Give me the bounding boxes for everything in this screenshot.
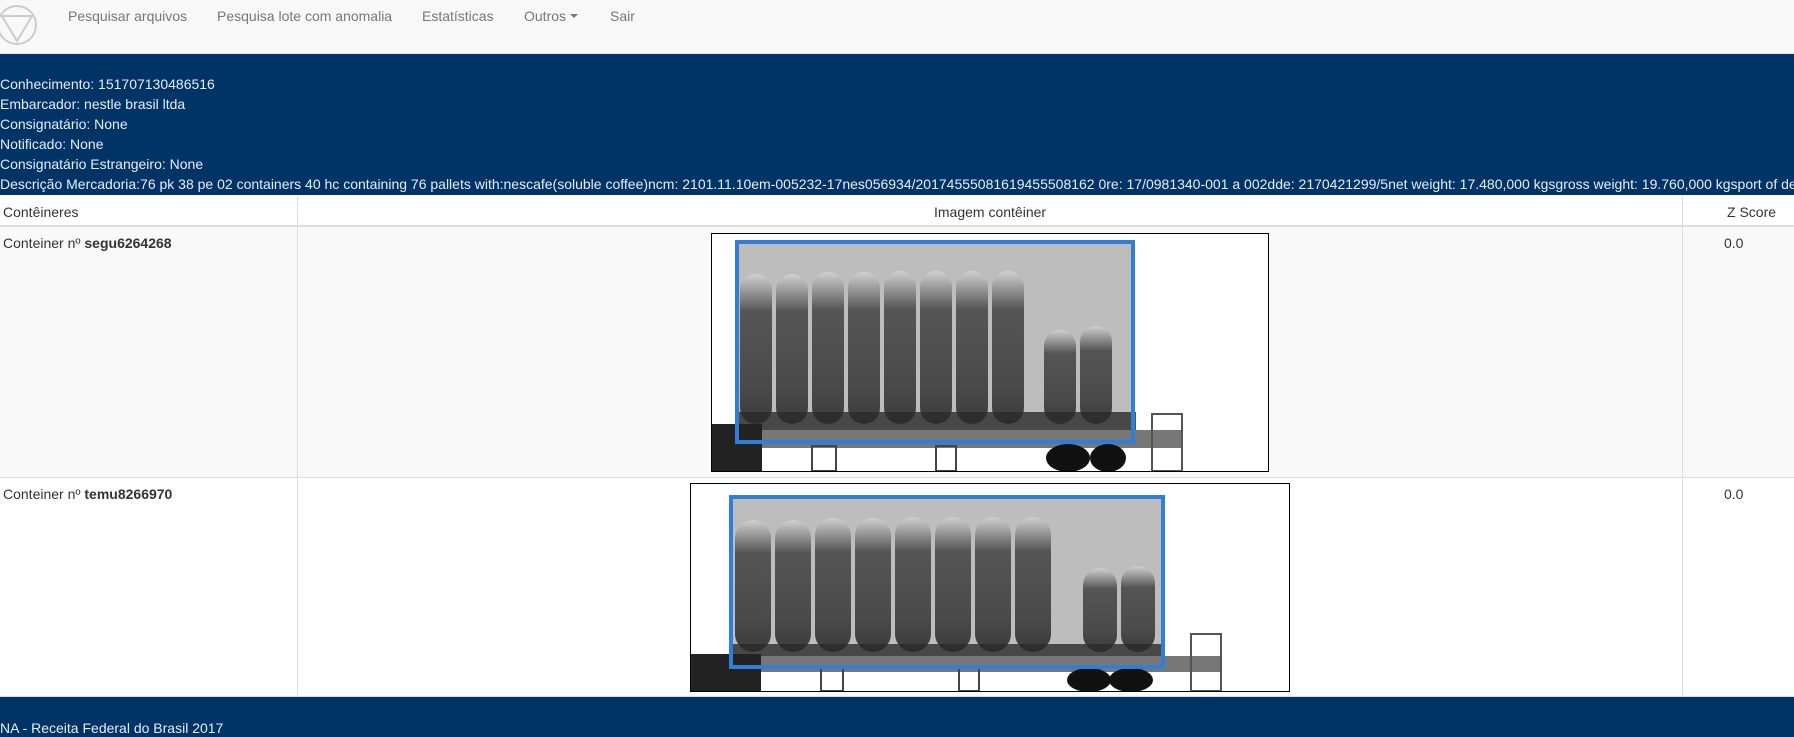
nav-estatisticas[interactable]: Estatísticas [422, 8, 494, 24]
container-xray-image[interactable] [690, 483, 1290, 692]
container-label: Conteiner nº segu6264268 [3, 235, 172, 251]
container-prefix: Conteiner nº [3, 486, 85, 502]
column-divider [297, 196, 298, 697]
nav-pesquisar-arquivos[interactable]: Pesquisar arquivos [68, 8, 187, 24]
zscore-value: 0.0 [1724, 486, 1744, 502]
nav-outros-dropdown[interactable]: Outros [524, 8, 579, 24]
xray-scan-graphic [712, 240, 1183, 471]
shipment-info-panel: Conhecimento: 151707130486516 Embarcador… [0, 54, 1794, 195]
nav-pesquisa-lote-anomalia[interactable]: Pesquisa lote com anomalia [217, 8, 392, 24]
triangle-circle-logo-icon[interactable] [0, 4, 38, 46]
container-id[interactable]: temu8266970 [84, 486, 172, 502]
table-row: Conteiner nº temu8266970 0.0 [0, 478, 1794, 697]
embarcador-text: Embarcador: nestle brasil ltda [0, 96, 186, 112]
footer-text: NA - Receita Federal do Brasil 2017 [0, 720, 224, 736]
nav-sair[interactable]: Sair [610, 8, 635, 24]
notificado-text: Notificado: None [0, 136, 104, 152]
consignatario-text: Consignatário: None [0, 116, 128, 132]
header-conteineres: Contêineres [3, 204, 79, 220]
container-prefix: Conteiner nº [3, 235, 85, 251]
container-xray-image[interactable] [711, 233, 1269, 472]
column-divider [1682, 196, 1683, 697]
table-header: Contêineres Imagem contêiner Z Score [0, 196, 1794, 227]
caret-down-icon [570, 14, 579, 19]
consignatario-estrangeiro-text: Consignatário Estrangeiro: None [0, 156, 204, 172]
footer: NA - Receita Federal do Brasil 2017 [0, 697, 1794, 737]
header-imagem-conteiner: Imagem contêiner [934, 204, 1047, 220]
header-z-score: Z Score [1727, 204, 1777, 220]
nav-outros-label: Outros [524, 8, 567, 24]
descricao-mercadoria-text: Descrição Mercadoria:76 pk 38 pe 02 cont… [0, 176, 1794, 192]
top-navbar: Pesquisar arquivos Pesquisa lote com ano… [0, 0, 1794, 54]
xray-scan-graphic [691, 495, 1222, 691]
zscore-value: 0.0 [1724, 235, 1744, 251]
conhecimento-text: Conhecimento: 151707130486516 [0, 76, 215, 92]
container-label: Conteiner nº temu8266970 [3, 486, 172, 502]
container-id[interactable]: segu6264268 [84, 235, 171, 251]
table-row: Conteiner nº segu6264268 0.0 [0, 227, 1794, 478]
